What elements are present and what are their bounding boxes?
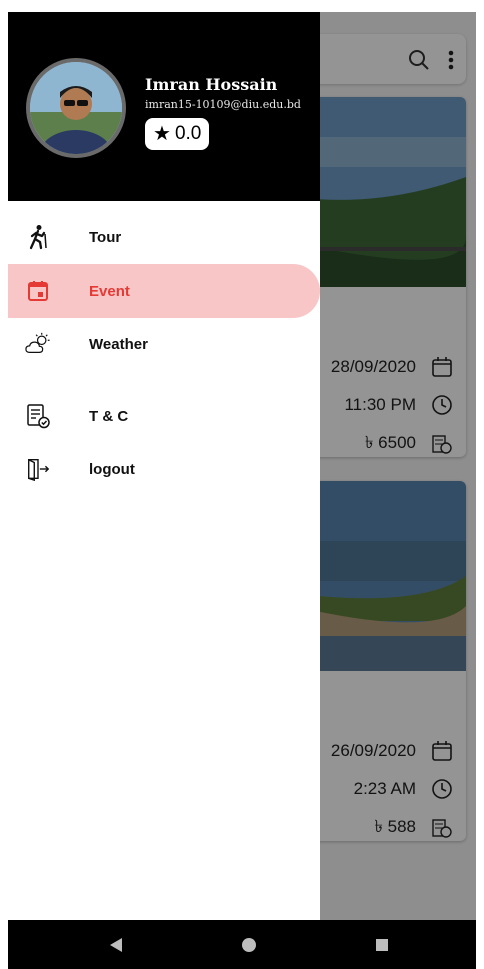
rating-value: 0.0 bbox=[174, 123, 202, 144]
menu-item-label: T & C bbox=[89, 407, 129, 425]
user-email: imran15-10109@diu.edu.bd bbox=[145, 98, 301, 111]
menu-item-label: Weather bbox=[89, 335, 148, 353]
logout-icon bbox=[25, 456, 51, 482]
rating-badge: ★ 0.0 bbox=[145, 118, 210, 150]
user-name: Imran Hossain bbox=[145, 75, 278, 94]
system-navigation-bar bbox=[8, 920, 476, 969]
home-icon[interactable] bbox=[239, 935, 259, 955]
menu-item-event[interactable]: Event bbox=[8, 264, 320, 318]
menu-item-logout[interactable]: logout bbox=[8, 442, 320, 496]
back-icon[interactable] bbox=[106, 935, 126, 955]
partly-cloudy-icon bbox=[25, 331, 51, 357]
menu-item-label: logout bbox=[89, 460, 135, 478]
star-icon: ★ bbox=[153, 123, 171, 145]
avatar[interactable] bbox=[26, 58, 126, 158]
menu-item-label: Tour bbox=[89, 228, 122, 246]
menu-item-label: Event bbox=[89, 282, 130, 300]
drawer-header: Imran Hossain imran15-10109@diu.edu.bd ★… bbox=[8, 12, 320, 201]
calendar-icon bbox=[25, 278, 51, 304]
recent-apps-icon[interactable] bbox=[372, 935, 392, 955]
menu-item-terms[interactable]: T & C bbox=[8, 389, 320, 443]
hiking-icon bbox=[25, 224, 51, 250]
menu-item-weather[interactable]: Weather bbox=[8, 317, 320, 371]
menu-item-tour[interactable]: Tour bbox=[8, 210, 320, 264]
navigation-drawer: Imran Hossain imran15-10109@diu.edu.bd ★… bbox=[8, 12, 320, 920]
terms-document-icon bbox=[25, 403, 51, 429]
